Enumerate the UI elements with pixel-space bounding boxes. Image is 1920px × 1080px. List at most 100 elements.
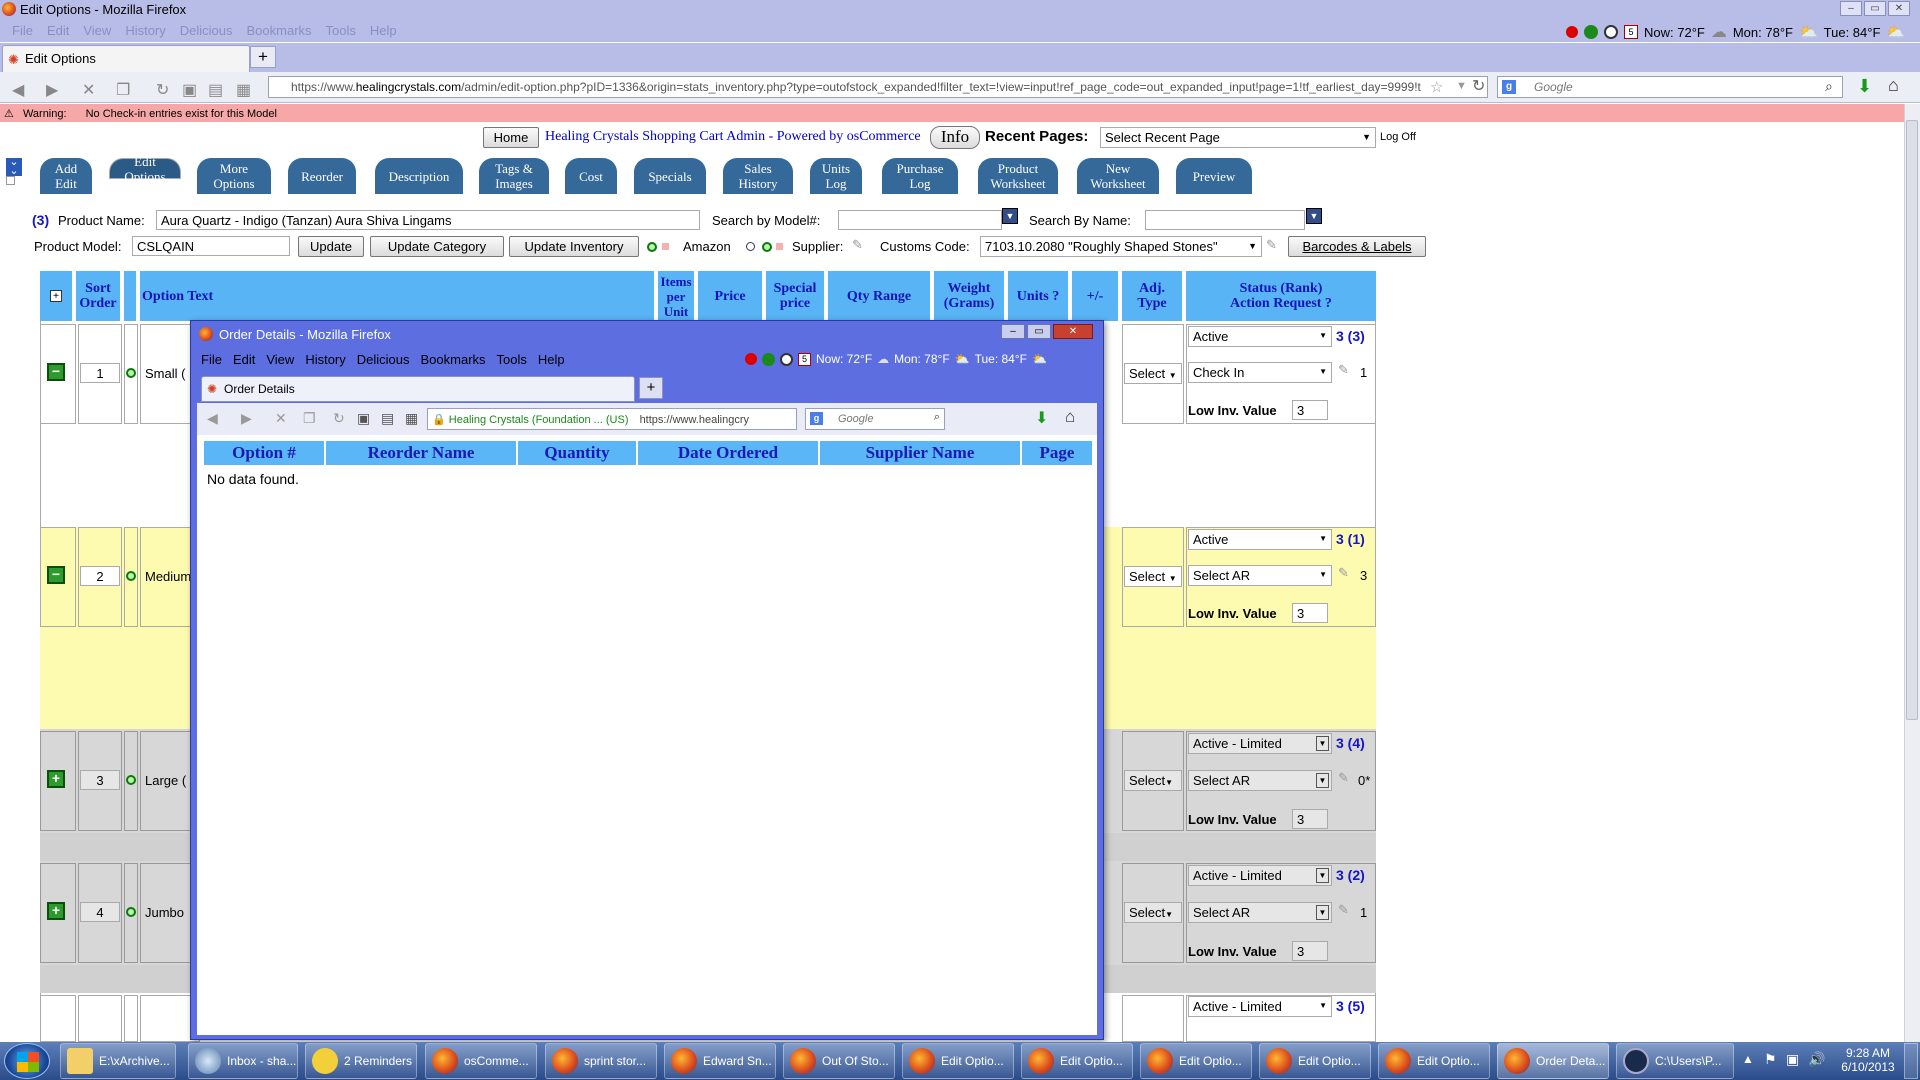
- search-name-go-icon[interactable]: ▼: [1306, 208, 1322, 224]
- header-option-text[interactable]: Option Text: [140, 271, 656, 321]
- bookmark-icon[interactable]: ▤: [208, 80, 223, 100]
- tab-edit-options[interactable]: Edit Options: [109, 154, 181, 184]
- menu-file[interactable]: File: [201, 352, 222, 367]
- tray-expand-icon[interactable]: ▲: [1742, 1052, 1754, 1066]
- header-status[interactable]: Status (Rank) Action Request ?: [1186, 271, 1376, 321]
- menu-tools[interactable]: Tools: [497, 352, 527, 367]
- search-model-go-icon[interactable]: ▼: [1002, 208, 1018, 224]
- back-icon[interactable]: ◀: [207, 410, 218, 427]
- adj-type-select[interactable]: Select▼: [1124, 902, 1182, 923]
- download-icon[interactable]: ⬇: [1035, 408, 1048, 428]
- taskbar-item-firefox[interactable]: Edit Optio...: [1259, 1043, 1371, 1079]
- adj-type-select[interactable]: Select ▼: [1124, 566, 1182, 587]
- menu-history[interactable]: History: [305, 352, 345, 367]
- rank-link[interactable]: 3 (4): [1336, 735, 1365, 751]
- update-category-button[interactable]: Update Category: [370, 236, 504, 257]
- search-name-input[interactable]: [1145, 210, 1305, 230]
- low-inv-input[interactable]: 3: [1292, 400, 1328, 420]
- taskbar-item-firefox[interactable]: Out Of Sto...: [783, 1043, 895, 1079]
- tab-cost[interactable]: Cost: [565, 158, 617, 194]
- low-inv-input[interactable]: 3: [1292, 603, 1328, 623]
- update-button[interactable]: Update: [298, 236, 364, 257]
- log-off-link[interactable]: Log Off: [1380, 131, 1416, 143]
- menu-bookmarks[interactable]: Bookmarks: [421, 352, 486, 367]
- tab-product-worksheet[interactable]: Product Worksheet: [978, 158, 1058, 194]
- weather-tue[interactable]: Tue: 84°F: [975, 352, 1027, 366]
- taskbar-item-firefox[interactable]: osComme...: [425, 1043, 537, 1079]
- expand-row-button[interactable]: +: [47, 770, 65, 788]
- tab-tags-images[interactable]: Tags & Images: [479, 158, 549, 194]
- status-select[interactable]: Active ▼: [1188, 529, 1332, 550]
- weather-mon[interactable]: Mon: 78°F: [894, 352, 950, 366]
- clock-icon[interactable]: [780, 352, 793, 366]
- reload-icon[interactable]: ↻: [333, 410, 345, 427]
- screenshot-icon[interactable]: ▣: [182, 80, 197, 100]
- search-model-input[interactable]: [838, 210, 1002, 230]
- product-count[interactable]: (3): [32, 212, 49, 228]
- low-inv-input[interactable]: 3: [1292, 941, 1328, 961]
- home-icon[interactable]: ⌂: [1065, 407, 1075, 427]
- supplier-radio-off[interactable]: [746, 242, 755, 251]
- taskbar-item-firefox[interactable]: Edit Optio...: [1378, 1043, 1490, 1079]
- url-bar[interactable]: https://www.healingcrystals.com/admin/ed…: [268, 76, 1488, 98]
- flag-icon[interactable]: ⚑: [1764, 1051, 1777, 1068]
- close-button[interactable]: ✕: [1888, 1, 1910, 16]
- action-request-select[interactable]: Select AR ▼: [1188, 565, 1332, 586]
- amazon-radio-on[interactable]: [647, 242, 657, 252]
- print-icon[interactable]: ▦: [405, 410, 418, 427]
- search-input[interactable]: g Google: [1497, 76, 1843, 98]
- weather-mon[interactable]: Mon: 78°F: [1733, 25, 1793, 40]
- taskbar-item-inbox[interactable]: Inbox - sha...: [188, 1043, 298, 1079]
- status-select[interactable]: Active - Limited ▼: [1188, 996, 1332, 1017]
- checkbox-icon[interactable]: [6, 176, 15, 185]
- option-text[interactable]: Small (: [145, 366, 185, 381]
- edit-pencil-icon[interactable]: ✎: [1338, 902, 1349, 918]
- taskbar-item-firefox[interactable]: sprint stor...: [545, 1043, 657, 1079]
- tab-new-worksheet[interactable]: New Worksheet: [1077, 158, 1159, 194]
- clock[interactable]: 9:28 AM 6/10/2013: [1838, 1046, 1898, 1074]
- menu-history[interactable]: History: [125, 23, 165, 42]
- product-model-field[interactable]: CSLQAIN: [132, 236, 290, 256]
- copy-icon[interactable]: ❐: [303, 410, 316, 427]
- weather-now[interactable]: Now: 72°F: [816, 352, 872, 366]
- menu-edit[interactable]: Edit: [47, 23, 69, 42]
- brand-text[interactable]: Healing Crystals Shopping Cart Admin - P…: [545, 129, 921, 145]
- status-select[interactable]: Active - Limited ▼: [1188, 865, 1332, 886]
- sort-order-input[interactable]: 2: [80, 566, 120, 586]
- popup-search-input[interactable]: g Google ⌕: [805, 408, 945, 430]
- option-text[interactable]: Large (: [145, 773, 186, 788]
- status-select[interactable]: Active - Limited ▼: [1188, 733, 1332, 754]
- tab-edit-options[interactable]: ✺ Edit Options: [2, 45, 250, 72]
- expand-row-button[interactable]: +: [47, 902, 65, 920]
- adj-type-select[interactable]: Select▼: [1124, 770, 1182, 791]
- menu-bookmarks[interactable]: Bookmarks: [247, 23, 312, 42]
- customs-code-select[interactable]: 7103.10.2080 "Roughly Shaped Stones" ▼: [980, 236, 1262, 257]
- taskbar-item-firefox[interactable]: Edward Sn...: [664, 1043, 776, 1079]
- tab-sales-history[interactable]: Sales History: [723, 158, 793, 194]
- rank-link[interactable]: 3 (3): [1336, 328, 1365, 344]
- alert-icon[interactable]: [1566, 26, 1578, 38]
- screenshot-icon[interactable]: ▣: [357, 410, 370, 427]
- sort-order-input[interactable]: 3: [80, 770, 120, 790]
- action-request-select[interactable]: Select AR ▼: [1188, 902, 1332, 923]
- tab-more-options[interactable]: More Options: [197, 158, 271, 194]
- tab-specials[interactable]: Specials: [634, 158, 706, 194]
- taskbar-item-explorer[interactable]: E:\xArchive...: [60, 1043, 176, 1079]
- rank-link[interactable]: 3 (5): [1336, 998, 1365, 1014]
- collapse-row-button[interactable]: −: [47, 363, 65, 381]
- expand-all-header[interactable]: +: [40, 271, 74, 321]
- tab-description[interactable]: Description: [375, 158, 463, 194]
- stop-icon[interactable]: ✕: [275, 410, 287, 427]
- volume-icon[interactable]: 🔊: [1808, 1051, 1825, 1068]
- close-button[interactable]: ✕: [1053, 324, 1093, 339]
- edit-pencil-icon[interactable]: ✎: [852, 237, 863, 253]
- new-tab-button[interactable]: +: [250, 46, 276, 68]
- network-icon[interactable]: ▣: [1786, 1051, 1799, 1068]
- tab-reorder[interactable]: Reorder: [288, 158, 356, 194]
- maximize-button[interactable]: ▭: [1027, 324, 1051, 339]
- menu-help[interactable]: Help: [538, 352, 565, 367]
- menu-edit[interactable]: Edit: [233, 352, 255, 367]
- alert-icon[interactable]: [745, 353, 757, 365]
- popup-tab-order-details[interactable]: ✺ Order Details: [201, 376, 635, 402]
- tab-purchase-log[interactable]: Purchase Log: [882, 158, 958, 194]
